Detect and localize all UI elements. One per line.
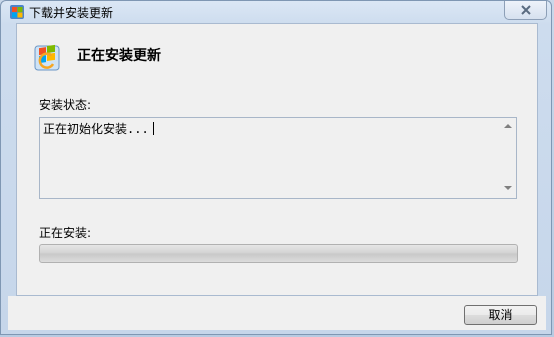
scroll-up-arrow-icon[interactable]: [504, 124, 512, 128]
title-bar[interactable]: 下载并安装更新: [1, 1, 551, 23]
windows-update-icon: [9, 4, 25, 20]
close-button[interactable]: [504, 1, 547, 20]
scroll-down-arrow-icon[interactable]: [504, 186, 512, 190]
status-textbox[interactable]: 正在初始化安装...: [39, 117, 517, 199]
content-panel: 正在安装更新 安装状态: 正在初始化安装... 正在安装:: [16, 23, 538, 296]
update-window: 下载并安装更新 正在安装更新 安装状态: 正在初始化安装... 正在安装: 取消: [0, 0, 552, 335]
cancel-button[interactable]: 取消: [464, 305, 537, 325]
status-label: 安装状态:: [39, 98, 92, 112]
status-text: 正在初始化安装...: [43, 120, 154, 137]
close-icon: [521, 5, 531, 15]
installing-label: 正在安装:: [39, 226, 92, 240]
windows-update-icon: [33, 42, 63, 74]
window-title: 下载并安装更新: [29, 6, 114, 20]
status-scrollbar[interactable]: [501, 119, 515, 197]
text-caret: [152, 122, 154, 135]
install-progress-bar: [39, 244, 518, 263]
page-heading: 正在安装更新: [77, 48, 161, 64]
